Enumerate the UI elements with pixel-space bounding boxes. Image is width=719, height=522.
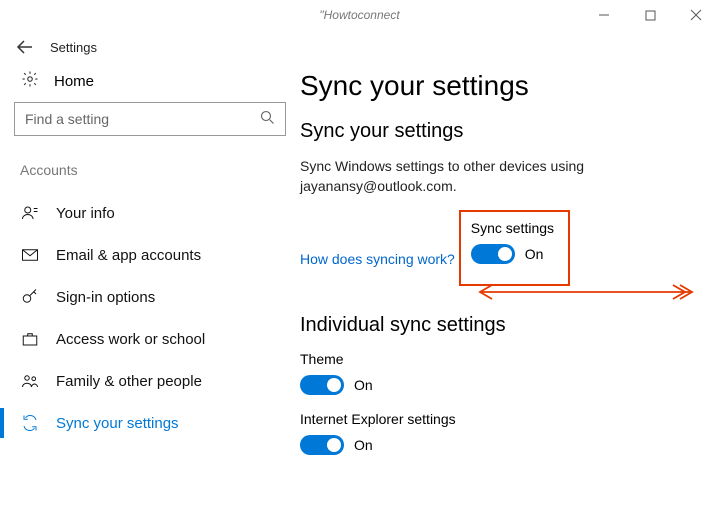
maximize-button[interactable] — [627, 0, 673, 30]
sync-icon — [20, 414, 40, 432]
toggle-state-text: On — [354, 377, 373, 393]
person-icon — [20, 204, 40, 222]
theme-label: Theme — [300, 351, 699, 367]
annotation-highlight: Sync settings On — [459, 210, 570, 286]
people-icon — [20, 372, 40, 390]
sidebar-item-family[interactable]: Family & other people — [14, 360, 286, 402]
gear-icon — [20, 70, 40, 92]
back-button[interactable] — [8, 30, 42, 64]
sidebar-item-label: Your info — [56, 205, 115, 222]
header: Settings — [0, 30, 719, 64]
mail-icon — [20, 246, 40, 264]
page-title: Sync your settings — [300, 70, 699, 102]
help-link[interactable]: How does syncing work? — [300, 251, 455, 267]
ie-settings-label: Internet Explorer settings — [300, 411, 699, 427]
ie-settings-toggle[interactable] — [300, 435, 344, 455]
search-icon — [260, 110, 275, 128]
sidebar-item-sync[interactable]: Sync your settings — [14, 402, 286, 444]
sidebar: Home Find a setting Accounts Your info — [0, 64, 300, 522]
sidebar-item-your-info[interactable]: Your info — [14, 192, 286, 234]
minimize-button[interactable] — [581, 0, 627, 30]
sidebar-item-label: Sign-in options — [56, 289, 155, 306]
sidebar-item-email[interactable]: Email & app accounts — [14, 234, 286, 276]
home-label: Home — [54, 73, 94, 90]
sidebar-item-signin[interactable]: Sign-in options — [14, 276, 286, 318]
section-label: Accounts — [20, 162, 286, 178]
sidebar-item-work[interactable]: Access work or school — [14, 318, 286, 360]
home-nav[interactable]: Home — [14, 64, 286, 102]
description: Sync Windows settings to other devices u… — [300, 157, 610, 196]
sidebar-item-label: Sync your settings — [56, 415, 179, 432]
sub-heading: Sync your settings — [300, 120, 699, 143]
toggle-state-text: On — [525, 246, 544, 262]
title-bar: "Howtoconnect — [0, 0, 719, 30]
sync-settings-toggle[interactable] — [471, 244, 515, 264]
close-button[interactable] — [673, 0, 719, 30]
briefcase-icon — [20, 330, 40, 348]
theme-toggle[interactable] — [300, 375, 344, 395]
search-placeholder: Find a setting — [25, 111, 260, 127]
search-input[interactable]: Find a setting — [14, 102, 286, 136]
watermark-text: "Howtoconnect — [319, 8, 399, 22]
header-title: Settings — [50, 40, 97, 55]
toggle-state-text: On — [354, 437, 373, 453]
main-content: Sync your settings Sync your settings Sy… — [300, 64, 719, 522]
sync-settings-label: Sync settings — [471, 220, 554, 236]
sidebar-item-label: Email & app accounts — [56, 247, 201, 264]
key-icon — [20, 288, 40, 306]
sidebar-item-label: Family & other people — [56, 373, 202, 390]
sidebar-item-label: Access work or school — [56, 331, 205, 348]
individual-heading: Individual sync settings — [300, 314, 699, 337]
